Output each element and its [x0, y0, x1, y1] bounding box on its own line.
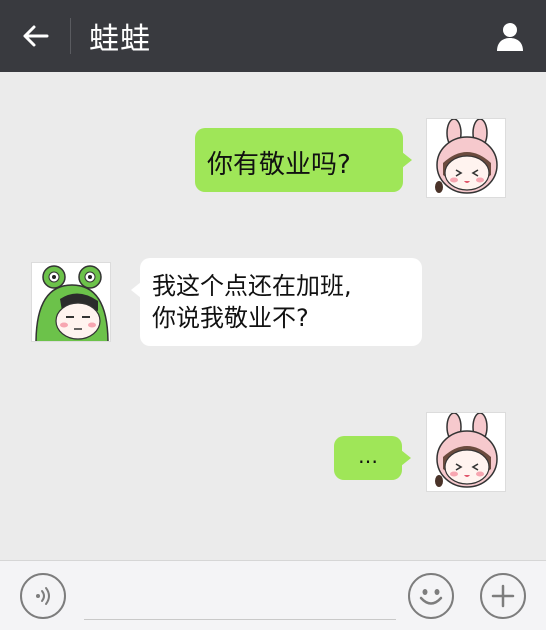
- avatar-frog-hood[interactable]: [31, 262, 111, 342]
- message-bubble-sent[interactable]: 你有敬业吗?: [195, 128, 412, 192]
- bubble-tail: [401, 450, 411, 466]
- message-text: 你有敬业吗?: [207, 150, 351, 180]
- title-bar: 蛙蛙: [0, 0, 546, 72]
- avatar-bunny-hood-girl[interactable]: [426, 118, 506, 198]
- avatar-bunny-hood-girl[interactable]: [426, 412, 506, 492]
- arrow-left-icon: [23, 25, 49, 47]
- input-underline: [84, 619, 396, 620]
- message-text: …: [358, 444, 378, 468]
- chat-title: 蛙蛙: [89, 22, 151, 57]
- message-text: 我这个点还在加班, 你说我敬业不?: [152, 272, 352, 332]
- back-button[interactable]: [0, 0, 70, 72]
- profile-button[interactable]: [490, 16, 530, 56]
- message-input[interactable]: [84, 575, 396, 617]
- add-button[interactable]: [480, 573, 526, 619]
- voice-icon: [36, 587, 50, 605]
- message-bubble-received[interactable]: 我这个点还在加班, 你说我敬业不?: [131, 258, 422, 346]
- plus-icon: [491, 584, 515, 608]
- chat-area[interactable]: 你有敬业吗? 我这个点还在加班, 你说我敬业不? …: [0, 72, 546, 560]
- title-divider: [70, 18, 71, 54]
- emoji-button[interactable]: [408, 573, 454, 619]
- input-bar: [0, 560, 546, 630]
- bubble-tail: [131, 282, 141, 298]
- person-icon: [497, 23, 523, 51]
- bubble-tail: [402, 152, 412, 168]
- emoji-icon: [419, 589, 443, 605]
- voice-button[interactable]: [20, 573, 66, 619]
- message-bubble-sent[interactable]: …: [334, 436, 411, 480]
